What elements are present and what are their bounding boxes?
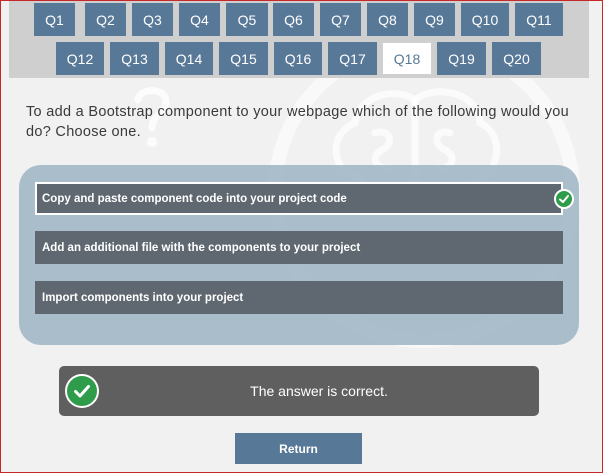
question-button-q7[interactable]: Q7 [320, 3, 361, 36]
question-button-q5[interactable]: Q5 [226, 3, 268, 36]
question-button-q14[interactable]: Q14 [165, 42, 213, 75]
question-button-q3[interactable]: Q3 [132, 3, 173, 36]
question-button-q13[interactable]: Q13 [110, 42, 159, 75]
answer-option-label: Copy and paste component code into your … [42, 192, 347, 205]
result-banner: The answer is correct. [59, 366, 539, 416]
check-circle-icon [65, 374, 99, 408]
question-button-q9[interactable]: Q9 [414, 3, 455, 36]
return-button[interactable]: Return [235, 433, 362, 464]
question-button-q8[interactable]: Q8 [367, 3, 408, 36]
answer-option-3[interactable]: Import components into your project [35, 281, 563, 314]
question-text: To add a Bootstrap component to your web… [26, 104, 570, 140]
question-button-q11[interactable]: Q11 [515, 3, 563, 36]
question-button-q17[interactable]: Q17 [328, 42, 377, 75]
answer-option-2[interactable]: Add an additional file with the componen… [35, 231, 563, 264]
question-button-q1[interactable]: Q1 [34, 3, 75, 36]
question-button-q18-active[interactable]: Q18 [382, 42, 432, 75]
question-button-q19[interactable]: Q19 [437, 42, 486, 75]
checkmark-icon [559, 195, 569, 203]
answer-option-label: Import components into your project [42, 291, 244, 304]
question-button-q4[interactable]: Q4 [179, 3, 220, 36]
answer-option-1[interactable]: Copy and paste component code into your … [35, 182, 563, 215]
question-button-q16[interactable]: Q16 [274, 42, 322, 75]
check-circle-icon [554, 189, 574, 209]
result-message: The answer is correct. [250, 383, 388, 399]
question-button-q2[interactable]: Q2 [85, 3, 126, 36]
question-button-q12[interactable]: Q12 [56, 42, 104, 75]
question-button-q20[interactable]: Q20 [492, 42, 541, 75]
checkmark-icon [74, 385, 90, 398]
question-button-q6[interactable]: Q6 [273, 3, 314, 36]
question-button-q15[interactable]: Q15 [219, 42, 268, 75]
answer-option-label: Add an additional file with the componen… [42, 241, 361, 254]
question-button-q10[interactable]: Q10 [461, 3, 509, 36]
